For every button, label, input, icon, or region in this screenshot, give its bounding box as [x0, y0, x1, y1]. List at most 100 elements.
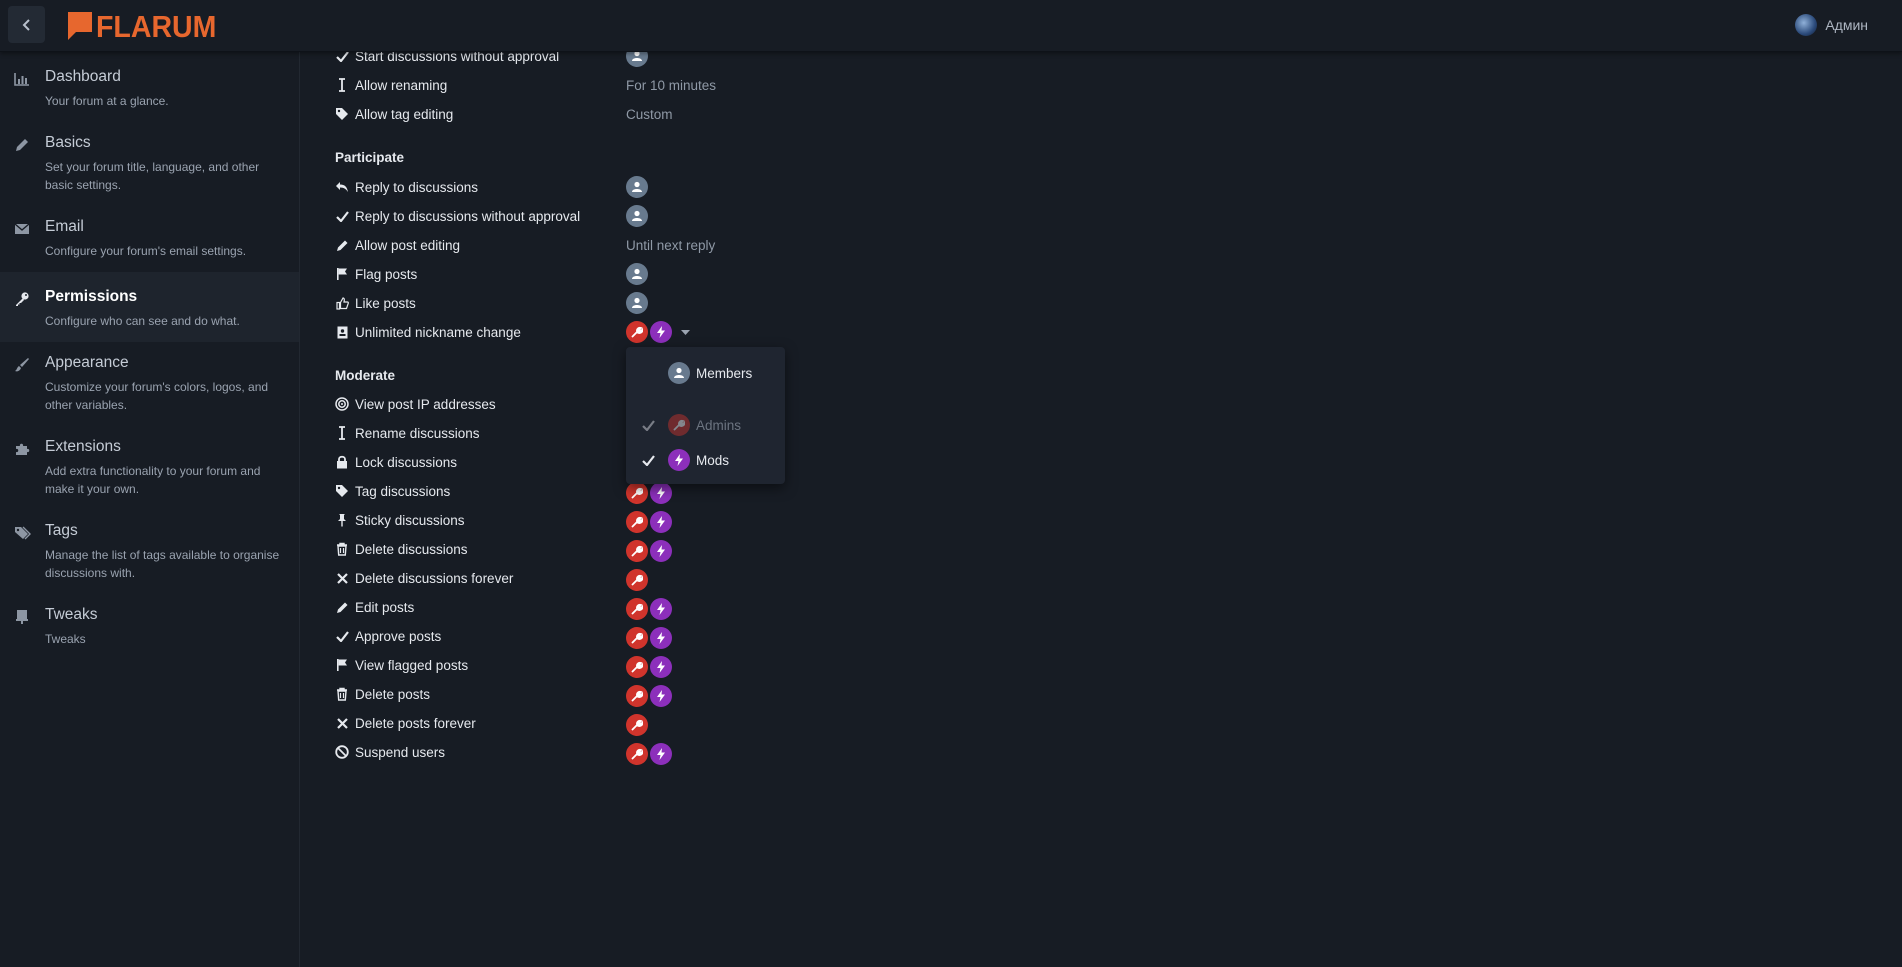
- members-badge[interactable]: [626, 263, 648, 285]
- permission-setting[interactable]: For 10 minutes: [626, 74, 716, 96]
- pencil-icon: [16, 139, 28, 151]
- admins-badge[interactable]: [626, 743, 648, 765]
- mods-badge[interactable]: [650, 511, 672, 533]
- permission-groups[interactable]: [626, 656, 672, 678]
- admins-badge[interactable]: [626, 511, 648, 533]
- mods-badge[interactable]: [650, 656, 672, 678]
- times-icon: [335, 716, 349, 730]
- check-icon: [335, 209, 349, 223]
- admins-badge: [668, 414, 690, 436]
- wrench-icon: [631, 574, 643, 586]
- allow-post-editing-value[interactable]: Until next reply: [626, 238, 715, 253]
- admins-badge[interactable]: [626, 569, 648, 591]
- admins-badge[interactable]: [626, 656, 648, 678]
- sidebar-item-dashboard[interactable]: Dashboard Your forum at a glance.: [0, 52, 299, 122]
- permission-groups[interactable]: [626, 321, 692, 343]
- permission-groups[interactable]: [626, 482, 672, 504]
- permission-groups[interactable]: [626, 540, 672, 562]
- bolt-icon: [657, 748, 665, 760]
- sidebar-item-title: Permissions: [45, 288, 138, 305]
- members-badge[interactable]: [626, 176, 648, 198]
- permission-row: View post IP addresses: [335, 393, 496, 415]
- permission-label: Lock discussions: [355, 454, 458, 470]
- mods-badge[interactable]: [650, 598, 672, 620]
- section-title-participate: Participate: [335, 150, 405, 165]
- user-menu[interactable]: Админ: [1795, 14, 1868, 36]
- sidebar-item-permissions[interactable]: Permissions Configure who can see and do…: [0, 272, 299, 342]
- admins-badge[interactable]: [626, 321, 648, 343]
- mods-badge[interactable]: [650, 482, 672, 504]
- permission-setting[interactable]: Custom: [626, 103, 673, 125]
- permission-setting[interactable]: Until next reply: [626, 234, 715, 256]
- wrench-icon: [631, 545, 643, 557]
- permission-groups[interactable]: [626, 205, 648, 227]
- permission-label: Allow tag editing: [355, 106, 454, 122]
- sidebar-item-email[interactable]: Email Configure your forum's email setti…: [0, 206, 299, 272]
- admins-badge[interactable]: [626, 714, 648, 736]
- permission-groups[interactable]: [626, 743, 672, 765]
- bolt-icon: [657, 603, 665, 615]
- sidebar-item-tags[interactable]: Tags Manage the list of tags available t…: [0, 510, 299, 594]
- sidebar-item-basics[interactable]: Basics Set your forum title, language, a…: [0, 122, 299, 206]
- mods-badge[interactable]: [650, 540, 672, 562]
- mods-badge: [668, 449, 690, 471]
- permission-groups[interactable]: [626, 292, 648, 314]
- sidebar-item-desc: Configure your forum's email settings.: [45, 244, 247, 258]
- permission-groups[interactable]: [626, 263, 648, 285]
- permission-row: Allow renaming: [335, 74, 447, 96]
- sidebar-item-desc: Customize your forum's colors, logos, an…: [45, 380, 269, 412]
- members-badge: [668, 362, 690, 384]
- permission-row: Reply to discussions without approval: [335, 205, 580, 227]
- check-icon: [640, 454, 656, 466]
- allow-renaming-value[interactable]: For 10 minutes: [626, 78, 716, 93]
- user-name: Админ: [1825, 17, 1868, 33]
- wrench-icon: [631, 748, 643, 760]
- members-badge[interactable]: [626, 292, 648, 314]
- sidebar-item-tweaks[interactable]: Tweaks Tweaks: [0, 594, 299, 660]
- permission-row: View flagged posts: [335, 654, 468, 676]
- admins-badge[interactable]: [626, 685, 648, 707]
- mods-badge[interactable]: [650, 627, 672, 649]
- admins-badge[interactable]: [626, 627, 648, 649]
- trash-icon: [335, 687, 349, 701]
- permission-row: Lock discussions: [335, 451, 457, 473]
- chevron-down-icon[interactable]: [678, 321, 692, 343]
- sidebar-item-appearance[interactable]: Appearance Customize your forum's colors…: [0, 342, 299, 426]
- permission-label: Allow post editing: [355, 237, 461, 253]
- i-cursor-icon: [335, 426, 349, 440]
- mods-badge[interactable]: [650, 321, 672, 343]
- members-badge[interactable]: [626, 205, 648, 227]
- pencil-icon: [335, 238, 349, 252]
- permission-groups[interactable]: [626, 714, 648, 736]
- permission-groups[interactable]: [626, 176, 648, 198]
- permission-row: Delete discussions: [335, 538, 468, 560]
- permission-groups[interactable]: [626, 685, 672, 707]
- user-icon: [632, 210, 642, 221]
- sidebar-item-desc: Your forum at a glance.: [45, 94, 169, 108]
- permission-label: Rename discussions: [355, 425, 480, 441]
- admins-badge[interactable]: [626, 482, 648, 504]
- permission-groups[interactable]: [626, 598, 672, 620]
- sidebar-item-extensions[interactable]: Extensions Add extra functionality to yo…: [0, 426, 299, 510]
- admins-badge[interactable]: [626, 540, 648, 562]
- permission-groups[interactable]: [626, 569, 648, 591]
- user-icon: [632, 181, 642, 192]
- chart-bar-icon: [14, 73, 29, 86]
- permission-groups[interactable]: [626, 511, 672, 533]
- permission-groups[interactable]: [626, 627, 672, 649]
- permission-row: Allow post editing: [335, 234, 460, 256]
- back-button[interactable]: [8, 6, 45, 43]
- pencil-icon: [335, 600, 349, 614]
- permission-label: Delete posts: [355, 686, 431, 702]
- dropdown-item-mods[interactable]: Mods: [626, 445, 785, 475]
- bolt-icon: [657, 545, 665, 557]
- mods-badge[interactable]: [650, 743, 672, 765]
- mods-badge[interactable]: [650, 685, 672, 707]
- allow-tag-editing-value[interactable]: Custom: [626, 107, 673, 122]
- permission-label: Flag posts: [355, 266, 418, 282]
- wrench-icon: [631, 516, 643, 528]
- dropdown-item-members[interactable]: Members: [626, 358, 785, 388]
- flarum-logo[interactable]: FLARUM: [68, 9, 227, 45]
- admins-badge[interactable]: [626, 598, 648, 620]
- paint-brush-icon: [15, 358, 29, 372]
